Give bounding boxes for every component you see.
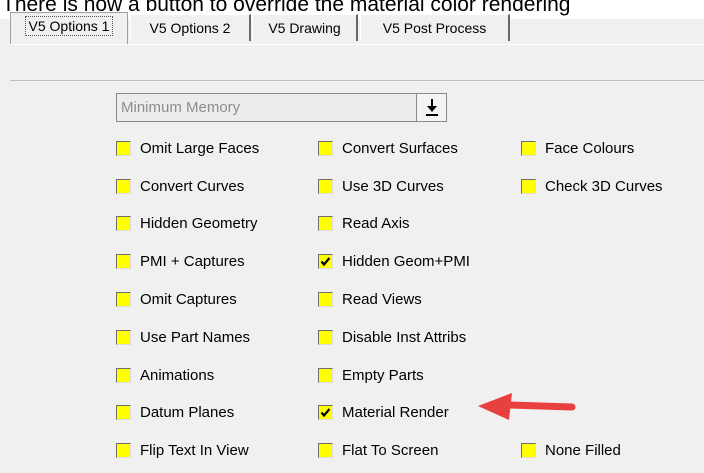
tab-v5-post-process[interactable]: V5 Post Process <box>360 14 510 41</box>
checkbox-box <box>116 329 131 345</box>
checkbox-box <box>318 291 333 307</box>
checkbox-box <box>318 442 333 458</box>
checkbox-box <box>521 140 536 156</box>
checkbox-label: None Filled <box>545 441 621 459</box>
red-arrow-annotation-icon <box>478 393 576 420</box>
memory-mode-value: Minimum Memory <box>121 99 241 116</box>
checkbox-box <box>318 329 333 345</box>
checkbox-label: Face Colours <box>545 139 635 157</box>
tab-v5-options-1[interactable]: V5 Options 1 <box>10 12 128 44</box>
checkbox-label: Check 3D Curves <box>545 177 663 195</box>
checkbox-box <box>318 140 333 156</box>
read-axis-checkbox[interactable]: Read Axis <box>318 212 410 234</box>
tab-v5-drawing[interactable]: V5 Drawing <box>252 14 358 41</box>
checkbox-box <box>116 404 131 420</box>
checkbox-label: Animations <box>140 366 215 384</box>
tab-v5-options-2[interactable]: V5 Options 2 <box>130 14 251 41</box>
checkbox-box <box>116 178 131 194</box>
checkbox-label: Convert Surfaces <box>342 139 458 157</box>
checkbox-label: Hidden Geometry <box>140 214 258 232</box>
checkbox-box <box>318 404 333 420</box>
use-3d-curves-checkbox[interactable]: Use 3D Curves <box>318 175 444 197</box>
checkbox-label: Omit Large Faces <box>140 139 260 157</box>
checkbox-label: Flat To Screen <box>342 441 439 459</box>
tab-label: V5 Options 2 <box>149 20 231 36</box>
checkbox-box <box>318 367 333 383</box>
checkbox-box <box>521 178 536 194</box>
checkbox-label: Use 3D Curves <box>342 177 444 195</box>
omit-large-faces-checkbox[interactable]: Omit Large Faces <box>116 137 259 159</box>
pmi-captures-checkbox[interactable]: PMI + Captures <box>116 250 245 272</box>
checkbox-label: Material Render <box>342 403 449 421</box>
checkbox-label: Hidden Geom+PMI <box>342 252 470 270</box>
tab-label: V5 Drawing <box>268 20 341 36</box>
read-views-checkbox[interactable]: Read Views <box>318 288 422 310</box>
memory-mode-dropdown-button[interactable] <box>416 94 446 121</box>
checkbox-label: Read Views <box>342 290 422 308</box>
check-3d-curves-checkbox[interactable]: Check 3D Curves <box>521 175 663 197</box>
flip-text-in-view-checkbox[interactable]: Flip Text In View <box>116 439 249 461</box>
checkbox-box <box>116 291 131 307</box>
checkbox-label: Use Part Names <box>140 328 251 346</box>
empty-parts-checkbox[interactable]: Empty Parts <box>318 364 424 386</box>
tab-label: V5 Post Process <box>382 20 487 36</box>
face-colours-checkbox[interactable]: Face Colours <box>521 137 634 159</box>
download-arrow-icon <box>426 99 438 116</box>
none-filled-checkbox[interactable]: None Filled <box>521 439 621 461</box>
tab-strip: V5 Options 1 V5 Options 2 V5 Drawing V5 … <box>10 12 704 45</box>
memory-mode-select[interactable]: Minimum Memory <box>116 93 447 122</box>
checkmark-icon <box>320 256 331 266</box>
use-part-names-checkbox[interactable]: Use Part Names <box>116 326 250 348</box>
checkbox-label: Disable Inst Attribs <box>342 328 467 346</box>
animations-checkbox[interactable]: Animations <box>116 364 214 386</box>
checkbox-box <box>116 253 131 269</box>
checkbox-box <box>318 178 333 194</box>
checkbox-label: Read Axis <box>342 214 410 232</box>
checkbox-label: PMI + Captures <box>140 252 245 270</box>
checkbox-box <box>116 140 131 156</box>
hidden-geometry-checkbox[interactable]: Hidden Geometry <box>116 212 258 234</box>
checkmark-icon <box>320 407 331 417</box>
convert-surfaces-checkbox[interactable]: Convert Surfaces <box>318 137 458 159</box>
flat-to-screen-checkbox[interactable]: Flat To Screen <box>318 439 438 461</box>
omit-captures-checkbox[interactable]: Omit Captures <box>116 288 237 310</box>
convert-curves-checkbox[interactable]: Convert Curves <box>116 175 244 197</box>
material-render-checkbox[interactable]: Material Render <box>318 401 449 423</box>
tab-label: V5 Options 1 <box>24 16 114 36</box>
panel-divider <box>10 80 704 81</box>
checkbox-box <box>116 442 131 458</box>
datum-planes-checkbox[interactable]: Datum Planes <box>116 401 234 423</box>
checkbox-box <box>318 253 333 269</box>
hidden-geom-pmi-checkbox[interactable]: Hidden Geom+PMI <box>318 250 470 272</box>
checkbox-box <box>116 367 131 383</box>
checkbox-label: Flip Text In View <box>140 441 249 459</box>
checkbox-label: Convert Curves <box>140 177 245 195</box>
disable-inst-attribs-checkbox[interactable]: Disable Inst Attribs <box>318 326 466 348</box>
checkbox-box <box>116 215 131 231</box>
checkbox-label: Empty Parts <box>342 366 424 384</box>
checkbox-box <box>318 215 333 231</box>
checkbox-label: Omit Captures <box>140 290 237 308</box>
checkbox-box <box>521 442 536 458</box>
checkbox-label: Datum Planes <box>140 403 235 421</box>
